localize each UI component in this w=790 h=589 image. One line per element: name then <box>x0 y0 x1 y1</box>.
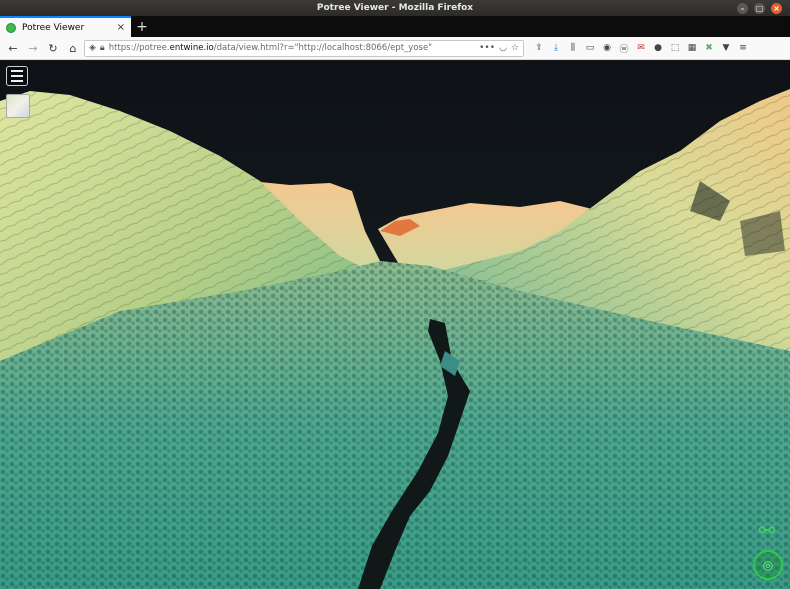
overflow-menu-icon[interactable]: ≡ <box>736 41 750 55</box>
url-bar[interactable]: ◈ 🔒︎ https://potree.entwine.io/data/view… <box>84 39 524 57</box>
navigation-toolbar: ← → ↻ ⌂ ◈ 🔒︎ https://potree.entwine.io/d… <box>0 37 790 60</box>
library-icon[interactable]: ⫼ <box>566 41 580 55</box>
url-host: entwine.io <box>169 43 214 53</box>
tab-strip: Potree Viewer × + <box>0 16 790 37</box>
pocket-icon[interactable]: ◡ <box>499 43 507 53</box>
minimize-icon[interactable]: – <box>737 3 748 14</box>
account-icon[interactable]: ● <box>651 41 665 55</box>
puzzle-icon[interactable]: ✖ <box>702 41 716 55</box>
sidebar-menu-button[interactable] <box>6 66 28 86</box>
url-path: /data/view.html?r="http://localhost:8066… <box>213 43 433 53</box>
vpn-icon[interactable]: ▼ <box>719 41 733 55</box>
lock-icon[interactable]: 🔒︎ <box>100 43 105 53</box>
navigation-cube-button[interactable]: ◎ <box>753 550 783 580</box>
tab-potree-viewer[interactable]: Potree Viewer × <box>0 16 131 37</box>
hamburger-line-icon <box>11 70 23 72</box>
url-prefix: https://potree. <box>108 43 170 53</box>
home-button[interactable]: ⌂ <box>64 39 82 57</box>
map-toggle-button[interactable] <box>6 94 30 118</box>
close-window-icon[interactable]: × <box>771 3 782 14</box>
tab-title: Potree Viewer <box>22 22 85 33</box>
share-icon[interactable]: ⚯ <box>754 517 780 543</box>
screenshot-icon[interactable]: ⬚ <box>668 41 682 55</box>
window-controls: – □ × <box>737 3 782 14</box>
extension-icon[interactable]: ◉ <box>600 41 614 55</box>
shield-icon[interactable]: ◈ <box>89 43 96 53</box>
wordpress-icon[interactable]: ⓦ <box>617 41 631 55</box>
hamburger-line-icon <box>11 75 23 77</box>
tab-close-icon[interactable]: × <box>117 22 125 33</box>
new-tab-button[interactable]: + <box>131 16 153 37</box>
gmail-icon[interactable]: ✉ <box>634 41 648 55</box>
maximize-icon[interactable]: □ <box>754 3 765 14</box>
upload-icon[interactable]: ⇪ <box>532 41 546 55</box>
qr-icon[interactable]: ▦ <box>685 41 699 55</box>
window-titlebar: Potree Viewer - Mozilla Firefox – □ × <box>0 0 790 16</box>
bookmark-star-icon[interactable]: ☆ <box>511 43 519 53</box>
sidebar-icon[interactable]: ▭ <box>583 41 597 55</box>
back-button[interactable]: ← <box>4 39 22 57</box>
window-title: Potree Viewer - Mozilla Firefox <box>316 3 474 13</box>
terrain-render <box>0 61 790 589</box>
point-cloud-viewport[interactable]: ⚯ ◎ <box>0 61 790 589</box>
page-actions-icon[interactable]: ••• <box>479 43 495 53</box>
potree-favicon-icon <box>6 22 16 33</box>
url-text[interactable]: https://potree.entwine.io/data/view.html… <box>109 43 475 53</box>
reload-button[interactable]: ↻ <box>44 39 62 57</box>
download-icon[interactable]: ⤓ <box>549 41 563 55</box>
hamburger-line-icon <box>11 80 23 82</box>
forward-button[interactable]: → <box>24 39 42 57</box>
toolbar-icons: ⇪ ⤓ ⫼ ▭ ◉ ⓦ ✉ ● ⬚ ▦ ✖ ▼ ≡ <box>532 41 750 55</box>
